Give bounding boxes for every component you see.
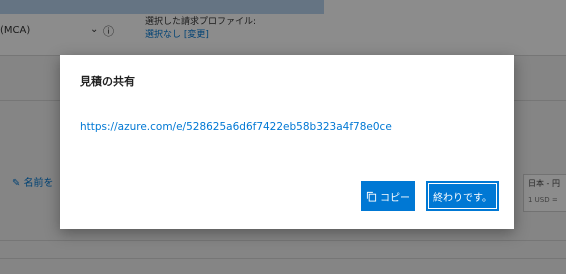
copy-icon bbox=[366, 191, 377, 202]
copy-button[interactable]: コピー bbox=[361, 181, 415, 211]
dialog-title: 見積の共有 bbox=[80, 75, 135, 88]
copy-label: コピー bbox=[380, 192, 410, 204]
done-button[interactable]: 終わりです。 bbox=[426, 181, 499, 211]
share-estimate-dialog: 見積の共有 https://azure.com/e/528625a6d6f742… bbox=[60, 55, 514, 229]
share-link[interactable]: https://azure.com/e/528625a6d6f7422eb58b… bbox=[80, 121, 392, 133]
done-label: 終わりです。 bbox=[433, 192, 492, 204]
